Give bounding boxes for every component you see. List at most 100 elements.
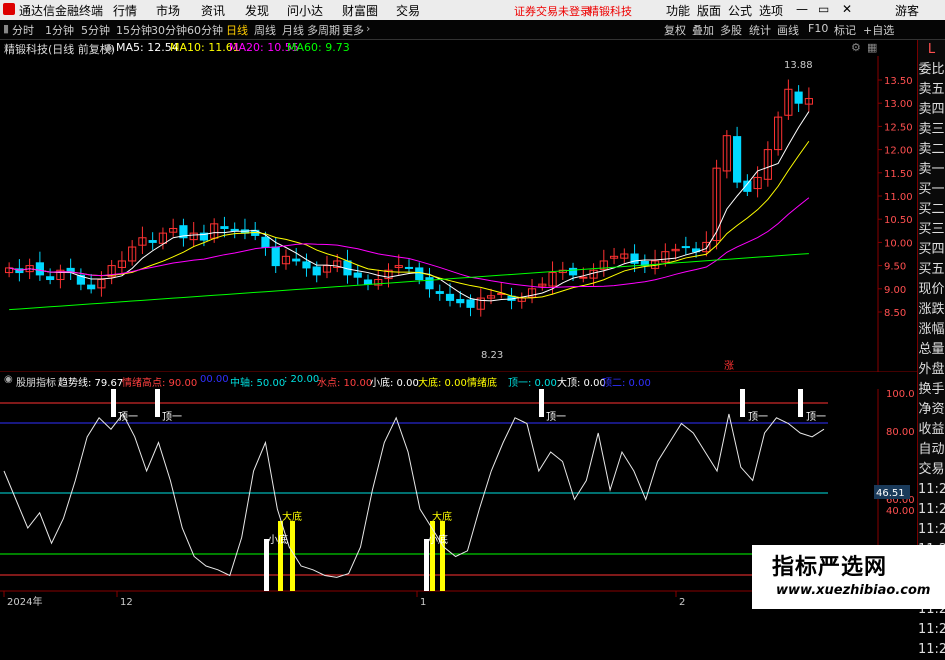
side-panel-item[interactable]: 卖五 [918, 80, 945, 100]
tab-15min[interactable]: 15分钟 [116, 22, 152, 38]
menu-news[interactable]: 资讯 [201, 2, 225, 19]
candle-body [568, 267, 578, 276]
menu-function[interactable]: 功能 [666, 2, 690, 19]
date-tick-label: 1 [420, 597, 426, 608]
minimize-icon[interactable]: — [796, 2, 808, 16]
menu-layout[interactable]: 版面 [697, 2, 721, 19]
side-panel-item[interactable]: 买四 [918, 240, 945, 260]
menu-formula[interactable]: 公式 [728, 2, 752, 19]
restore-icon[interactable]: ▭ [818, 2, 829, 16]
side-panel-item[interactable]: 卖四 [918, 100, 945, 120]
side-panel-item[interactable]: 交易 [918, 460, 945, 480]
candle-body [435, 291, 444, 294]
side-panel-item[interactable]: 委比 [918, 60, 945, 80]
side-panel-item[interactable]: 卖一 [918, 160, 945, 180]
menu-trade[interactable]: 交易 [396, 2, 420, 19]
side-panel-item[interactable]: 卖三 [918, 120, 945, 140]
top-signal-bar [155, 389, 160, 417]
tab-more[interactable]: 更多 [342, 22, 364, 38]
tab-multi-period[interactable]: 多周期 [307, 22, 340, 38]
date-tick-label: 12 [120, 597, 133, 608]
candle-body [35, 262, 44, 276]
side-panel-item[interactable]: 买三 [918, 220, 945, 240]
high-price-label: 13.88 [784, 60, 813, 71]
zoom-icon[interactable]: ▦ [867, 41, 877, 54]
menu-bar: 通达信金融终端 行情 市场 资讯 发现 问小达 财富圈 交易 证券交易未登录 精… [0, 0, 945, 20]
tab-intraday[interactable]: 分时 [12, 22, 34, 38]
btn-multi-stock[interactable]: 多股 [720, 22, 742, 38]
watermark-logo: 指标严选网 www.xuezhibiao.com [752, 545, 945, 609]
menu-discover[interactable]: 发现 [245, 2, 269, 19]
app-title: 通达信金融终端 [19, 4, 104, 18]
tab-1min[interactable]: 1分钟 [45, 22, 74, 38]
side-panel-item[interactable]: 买五 [918, 260, 945, 280]
menu-options[interactable]: 选项 [759, 2, 783, 19]
side-panel-item[interactable]: 总量 [918, 340, 945, 360]
side-panel-item[interactable]: 11:29 [918, 620, 945, 640]
tab-5min[interactable]: 5分钟 [81, 22, 110, 38]
side-panel-item[interactable]: 收益 [918, 420, 945, 440]
indicator-collapse-icon[interactable]: ◉ [4, 374, 13, 385]
rise-marker: 涨 [724, 360, 734, 372]
indicator-name[interactable]: 股朋指标 [16, 374, 56, 389]
close-icon[interactable]: ✕ [842, 2, 852, 16]
top-one-label: 顶一 [806, 411, 826, 423]
side-panel-item[interactable]: 净资 [918, 400, 945, 420]
period-toolbar: ▮ 分时 1分钟 5分钟 15分钟 30分钟 60分钟 日线 周线 月线 多周期… [0, 20, 945, 40]
small-bottom: 小底: 0.00 [370, 378, 419, 389]
btn-restore-rights[interactable]: 复权 [664, 22, 686, 38]
candle-body [404, 266, 414, 269]
btn-add-favorite[interactable]: +自选 [863, 22, 894, 38]
btn-statistics[interactable]: 统计 [749, 22, 771, 38]
btn-mark[interactable]: 标记 [834, 22, 856, 38]
btn-overlay[interactable]: 叠加 [692, 22, 714, 38]
login-notice[interactable]: 证券交易未登录 [514, 3, 591, 19]
btn-draw-line[interactable]: 画线 [777, 22, 799, 38]
tab-monthly[interactable]: 月线 [282, 22, 304, 38]
bottom-signal-bar [264, 539, 269, 591]
candle-body [230, 228, 239, 232]
tab-weekly[interactable]: 周线 [254, 22, 276, 38]
expand-icon[interactable]: ▮ [3, 22, 9, 35]
side-panel-item[interactable]: 外盘 [918, 360, 945, 380]
side-panel-item[interactable]: 11:29 [918, 520, 945, 540]
collapse-icon[interactable]: ◉ [104, 41, 114, 54]
candle-body [425, 277, 434, 290]
side-panel-item[interactable]: L [918, 40, 945, 60]
top-signal-bar [798, 389, 803, 417]
guest-label[interactable]: 游客 [895, 2, 919, 19]
side-panel-item[interactable]: 11:29 [918, 500, 945, 520]
candle-body [292, 258, 301, 262]
small-bottom-label: 小底 [268, 533, 288, 546]
price-tick-label: 8.50 [884, 308, 906, 319]
side-panel-item[interactable]: 11:29 [918, 640, 945, 660]
tab-60min[interactable]: 60分钟 [187, 22, 223, 38]
menu-wealth[interactable]: 财富圈 [342, 2, 378, 19]
side-panel-item[interactable]: 11:29 [918, 480, 945, 500]
side-panel-item[interactable]: 涨幅 [918, 320, 945, 340]
ma10-line [9, 140, 810, 299]
side-panel-item[interactable]: 卖二 [918, 140, 945, 160]
side-panel-item[interactable]: 自动 [918, 440, 945, 460]
side-panel-item[interactable]: 现价 [918, 280, 945, 300]
quote-side-panel: L 委比 卖五 卖四 卖三 卖二 卖一 买一 买二 买三 买四 买五 现价 涨跌 涨幅 总量 外盘 换手 净资 收益自… [917, 40, 945, 657]
candle-body [681, 246, 690, 249]
side-panel-item[interactable]: 买二 [918, 200, 945, 220]
chevron-right-icon[interactable]: › [366, 22, 370, 35]
menu-ask[interactable]: 问小达 [287, 2, 323, 19]
top-one-label: 顶一 [162, 411, 182, 423]
date-tick-label: 2 [679, 597, 685, 608]
settings-icon[interactable]: ⚙ [851, 41, 861, 54]
btn-f10[interactable]: F10 [808, 22, 828, 35]
tab-30min[interactable]: 30分钟 [151, 22, 187, 38]
side-panel-item[interactable]: 涨跌 [918, 300, 945, 320]
menu-quotes[interactable]: 行情 [113, 2, 137, 19]
big-top: 大顶: 0.00 [557, 378, 606, 389]
side-panel-item[interactable]: 换手 [918, 380, 945, 400]
candlestick-chart[interactable]: 13.50 13.00 12.50 12.00 11.50 11.00 10.50 10.00… [0, 56, 918, 372]
candle-body [363, 279, 373, 285]
side-panel-item[interactable]: 买一 [918, 180, 945, 200]
tab-daily[interactable]: 日线 [226, 22, 248, 38]
candle-body [302, 261, 311, 269]
menu-market[interactable]: 市场 [156, 2, 180, 19]
